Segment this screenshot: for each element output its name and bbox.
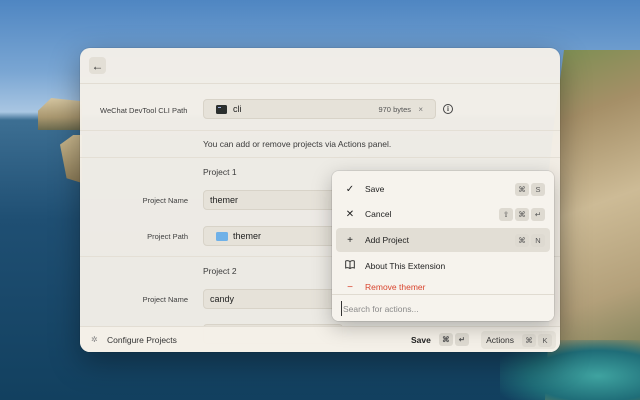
cli-path-field[interactable]: cli 970 bytes × (203, 99, 436, 119)
project-1-path-field[interactable]: themer (203, 226, 343, 246)
menu-item-save[interactable]: ✓ Save ⌘ S (336, 177, 550, 201)
project-1-path-value: themer (233, 231, 262, 241)
project-2-name-value: candy (210, 294, 235, 304)
save-label: Save (411, 334, 431, 345)
command-key-icon: ⌘ (438, 333, 453, 346)
close-icon: ✕ (345, 208, 355, 220)
book-icon (343, 260, 357, 272)
footer-bar: ✲ Configure Projects Save ⌘ ↵ Actions ⌘ … (80, 326, 560, 352)
checkmark-icon: ✓ (345, 183, 355, 195)
minus-icon: − (347, 282, 353, 293)
command-key-icon: ⌘ (515, 182, 529, 196)
command-key-icon: ⌘ (515, 207, 529, 221)
divider (80, 130, 560, 131)
folder-icon (216, 231, 228, 241)
return-key-icon: ↵ (454, 333, 469, 346)
info-icon[interactable]: i (443, 104, 453, 114)
project-1-path-label: Project Path (147, 232, 188, 241)
project-1-name-value: themer (210, 195, 239, 205)
menu-item-label: Add Project (365, 235, 409, 245)
menu-item-cancel[interactable]: ✕ Cancel ⇧ ⌘ ↵ (336, 202, 550, 226)
extension-icon: ✲ (91, 335, 98, 344)
command-key-icon: ⌘ (515, 233, 529, 247)
save-button[interactable]: Save ⌘ ↵ (411, 333, 469, 346)
plus-icon: + (347, 234, 353, 246)
menu-item-about[interactable]: About This Extension (336, 254, 550, 278)
actions-panel: ✓ Save ⌘ S ✕ Cancel ⇧ ⌘ ↵ + Add Project … (332, 171, 554, 321)
arrow-left-icon: ← (91, 58, 104, 73)
divider (80, 157, 560, 158)
command-key-icon: ⌘ (522, 333, 536, 347)
project-2-name-label: Project Name (142, 295, 188, 304)
back-button[interactable]: ← (89, 57, 106, 74)
cli-path-label: WeChat DevTool CLI Path (100, 106, 188, 115)
menu-item-add-project[interactable]: + Add Project ⌘ N (336, 228, 550, 252)
return-key-icon: ↵ (531, 207, 545, 221)
actions-button[interactable]: Actions ⌘ K (481, 331, 556, 349)
top-bar: ← (80, 48, 560, 84)
actions-label: Actions (486, 335, 514, 345)
clear-file-icon[interactable]: × (418, 105, 423, 114)
help-text: You can add or remove projects via Actio… (203, 139, 392, 149)
cli-file-name: cli (233, 104, 242, 114)
actions-search-bar (332, 294, 554, 321)
menu-item-label: Remove themer (365, 282, 426, 292)
menu-item-label: Save (365, 184, 385, 194)
background-cliff-left (38, 98, 82, 130)
project-1-title: Project 1 (203, 167, 237, 177)
actions-search-input[interactable] (341, 301, 541, 316)
shift-key-icon: ⇧ (499, 207, 513, 221)
background-rock-left (60, 135, 82, 183)
project-2-title: Project 2 (203, 266, 237, 276)
project-1-name-label: Project Name (142, 196, 188, 205)
project-1-name-input[interactable]: themer (203, 190, 343, 210)
cli-file-size: 970 bytes (378, 104, 411, 114)
menu-item-label: About This Extension (365, 261, 446, 271)
s-key-icon: S (531, 182, 545, 196)
project-2-name-input[interactable]: candy (203, 289, 343, 309)
menu-item-remove[interactable]: − Remove themer (336, 280, 550, 294)
footer-title: Configure Projects (107, 335, 177, 345)
n-key-icon: N (531, 233, 545, 247)
menu-item-label: Cancel (365, 209, 392, 219)
k-key-icon: K (538, 333, 552, 347)
terminal-icon (216, 104, 227, 114)
